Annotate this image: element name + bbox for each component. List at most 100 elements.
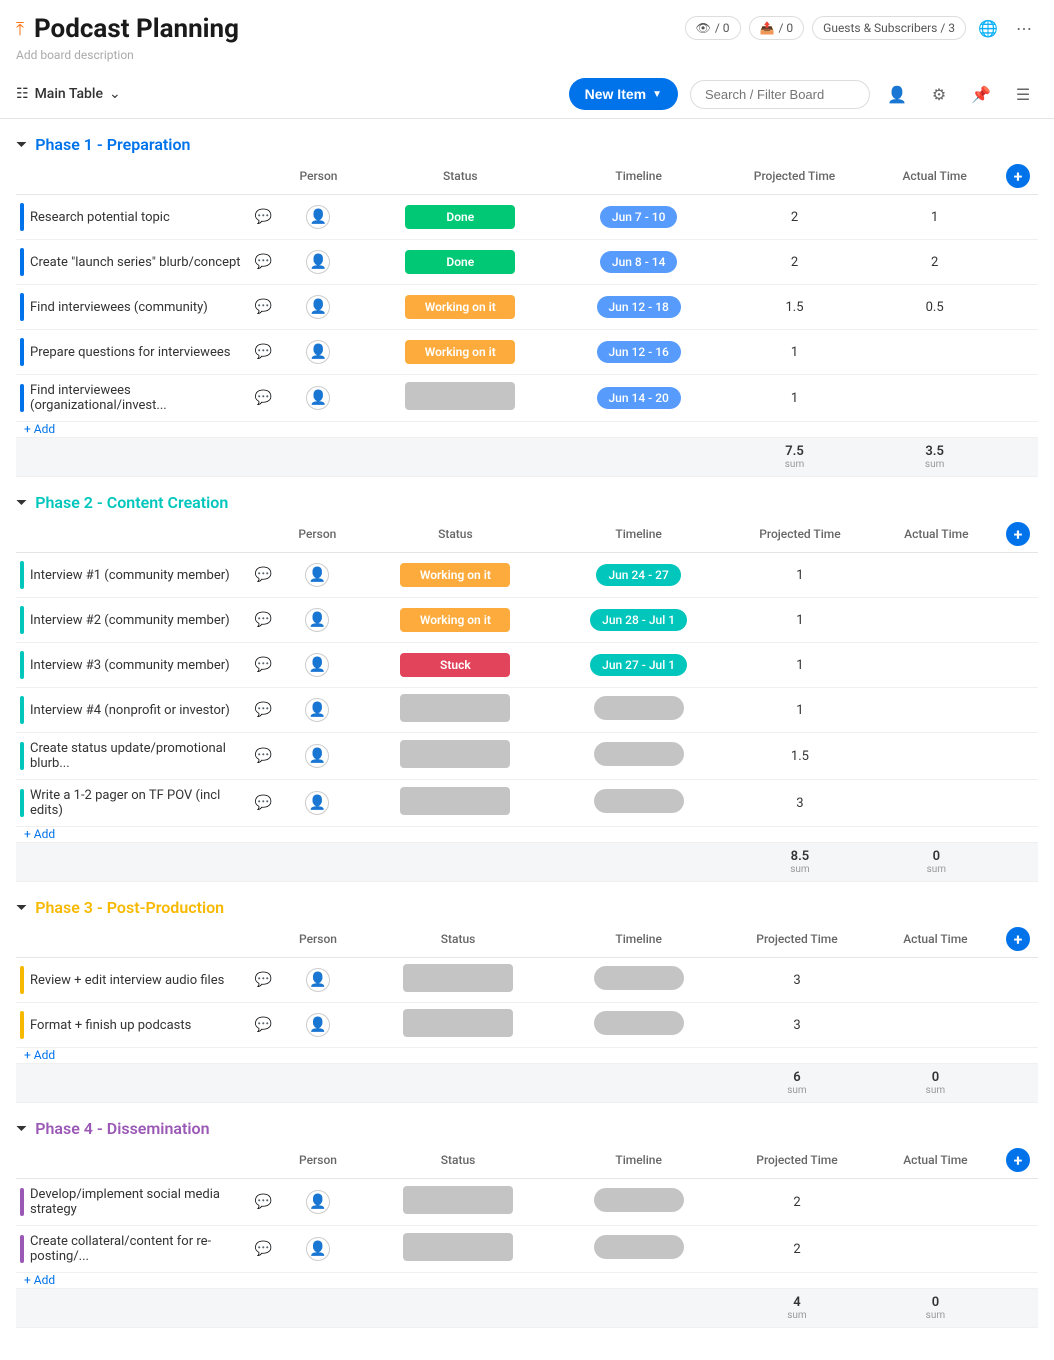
actual-time-cell[interactable]: 0.5: [871, 285, 998, 330]
add-item-button[interactable]: + Add: [16, 416, 63, 442]
main-table-button[interactable]: ☷ Main Table ⌄: [16, 86, 121, 102]
task-name[interactable]: Create "launch series" blurb/concept: [30, 255, 249, 270]
timeline-cell[interactable]: [556, 1179, 721, 1226]
projected-time-cell[interactable]: 1: [725, 553, 874, 598]
comment-icon[interactable]: 💬: [255, 657, 272, 673]
projected-time-cell[interactable]: 1: [725, 688, 874, 733]
person-cell[interactable]: 👤: [276, 285, 361, 330]
timeline-cell[interactable]: Jun 7 - 10: [560, 195, 718, 240]
status-cell[interactable]: [360, 958, 556, 1003]
actual-time-cell[interactable]: [875, 733, 998, 780]
status-cell[interactable]: Working on it: [361, 330, 560, 375]
actual-time-cell[interactable]: 1: [871, 195, 998, 240]
more-options-icon[interactable]: ⋯: [1010, 14, 1038, 42]
group-header-phase4[interactable]: ⏷Phase 4 - Dissemination: [16, 1119, 1038, 1138]
task-name[interactable]: Interview #1 (community member): [30, 568, 249, 583]
add-column-button[interactable]: +: [1006, 1148, 1030, 1172]
person-cell[interactable]: 👤: [276, 1226, 360, 1273]
task-name[interactable]: Find interviewees (organizational/invest…: [30, 383, 249, 413]
comment-icon[interactable]: 💬: [255, 748, 272, 764]
comment-icon[interactable]: 💬: [255, 1017, 272, 1033]
actual-time-cell[interactable]: [873, 1226, 998, 1273]
task-name[interactable]: Write a 1-2 pager on TF POV (incl edits): [30, 788, 249, 818]
status-cell[interactable]: [361, 375, 560, 422]
actual-time-cell[interactable]: [873, 1003, 998, 1048]
projected-time-cell[interactable]: 2: [721, 1179, 873, 1226]
status-cell[interactable]: Done: [361, 195, 560, 240]
comment-icon[interactable]: 💬: [255, 972, 272, 988]
comment-icon[interactable]: 💬: [255, 612, 272, 628]
search-input[interactable]: [690, 80, 870, 109]
projected-time-cell[interactable]: 1: [718, 330, 872, 375]
person-cell[interactable]: 👤: [276, 375, 361, 422]
status-cell[interactable]: [360, 1003, 556, 1048]
person-cell[interactable]: 👤: [276, 553, 359, 598]
task-name[interactable]: Prepare questions for interviewees: [30, 345, 249, 360]
task-name[interactable]: Research potential topic: [30, 210, 249, 225]
actual-time-cell[interactable]: [873, 1179, 998, 1226]
actual-time-cell[interactable]: [875, 598, 998, 643]
pin-icon[interactable]: 📌: [966, 79, 996, 109]
timeline-cell[interactable]: [556, 958, 721, 1003]
status-cell[interactable]: Working on it: [361, 285, 560, 330]
projected-time-cell[interactable]: 1: [725, 598, 874, 643]
status-cell[interactable]: Working on it: [359, 598, 552, 643]
add-column-button[interactable]: +: [1006, 164, 1030, 188]
timeline-cell[interactable]: Jun 8 - 14: [560, 240, 718, 285]
filter-icon[interactable]: ☰: [1008, 79, 1038, 109]
comment-icon[interactable]: 💬: [255, 1241, 272, 1257]
task-name[interactable]: Format + finish up podcasts: [30, 1018, 249, 1033]
timeline-cell[interactable]: [556, 1226, 721, 1273]
comment-icon[interactable]: 💬: [255, 299, 272, 315]
timeline-cell[interactable]: Jun 24 - 27: [552, 553, 725, 598]
actual-time-cell[interactable]: 2: [871, 240, 998, 285]
actual-time-cell[interactable]: [875, 553, 998, 598]
projected-time-cell[interactable]: 1.5: [718, 285, 872, 330]
actual-time-cell[interactable]: [875, 780, 998, 827]
status-cell[interactable]: Done: [361, 240, 560, 285]
person-cell[interactable]: 👤: [276, 1003, 360, 1048]
timeline-cell[interactable]: Jun 14 - 20: [560, 375, 718, 422]
new-item-button[interactable]: New Item ▼: [569, 78, 678, 110]
timeline-cell[interactable]: [552, 688, 725, 733]
globe-icon[interactable]: 🌐: [974, 14, 1002, 42]
comment-icon[interactable]: 💬: [255, 390, 272, 406]
task-name[interactable]: Develop/implement social media strategy: [30, 1187, 249, 1217]
add-item-button[interactable]: + Add: [16, 1042, 63, 1068]
board-description[interactable]: Add board description: [0, 48, 1054, 62]
status-cell[interactable]: [359, 733, 552, 780]
timeline-cell[interactable]: Jun 27 - Jul 1: [552, 643, 725, 688]
comment-icon[interactable]: 💬: [255, 254, 272, 270]
settings-icon[interactable]: ⚙: [924, 79, 954, 109]
status-cell[interactable]: [360, 1179, 556, 1226]
timeline-cell[interactable]: Jun 12 - 16: [560, 330, 718, 375]
timeline-cell[interactable]: Jun 12 - 18: [560, 285, 718, 330]
group-header-phase3[interactable]: ⏷Phase 3 - Post-Production: [16, 898, 1038, 917]
status-cell[interactable]: [359, 780, 552, 827]
comment-icon[interactable]: 💬: [255, 344, 272, 360]
projected-time-cell[interactable]: 2: [718, 240, 872, 285]
actual-time-cell[interactable]: [873, 958, 998, 1003]
task-name[interactable]: Interview #4 (nonprofit or investor): [30, 703, 249, 718]
comment-icon[interactable]: 💬: [255, 702, 272, 718]
task-name[interactable]: Create collateral/content for re-posting…: [30, 1234, 249, 1264]
share-count-pill[interactable]: 📤 / 0: [749, 16, 805, 40]
projected-time-cell[interactable]: 3: [721, 1003, 873, 1048]
timeline-cell[interactable]: [556, 1003, 721, 1048]
status-cell[interactable]: [359, 688, 552, 733]
person-cell[interactable]: 👤: [276, 688, 359, 733]
actual-time-cell[interactable]: [871, 375, 998, 422]
task-name[interactable]: Find interviewees (community): [30, 300, 249, 315]
user-icon[interactable]: 👤: [882, 79, 912, 109]
person-cell[interactable]: 👤: [276, 780, 359, 827]
status-cell[interactable]: Stuck: [359, 643, 552, 688]
timeline-cell[interactable]: Jun 28 - Jul 1: [552, 598, 725, 643]
timeline-cell[interactable]: [552, 733, 725, 780]
person-cell[interactable]: 👤: [276, 598, 359, 643]
actual-time-cell[interactable]: [875, 688, 998, 733]
task-name[interactable]: Interview #2 (community member): [30, 613, 249, 628]
status-cell[interactable]: [360, 1226, 556, 1273]
add-item-button[interactable]: + Add: [16, 821, 63, 847]
eyeball-count-pill[interactable]: 👁 / 0: [685, 16, 741, 40]
person-cell[interactable]: 👤: [276, 195, 361, 240]
